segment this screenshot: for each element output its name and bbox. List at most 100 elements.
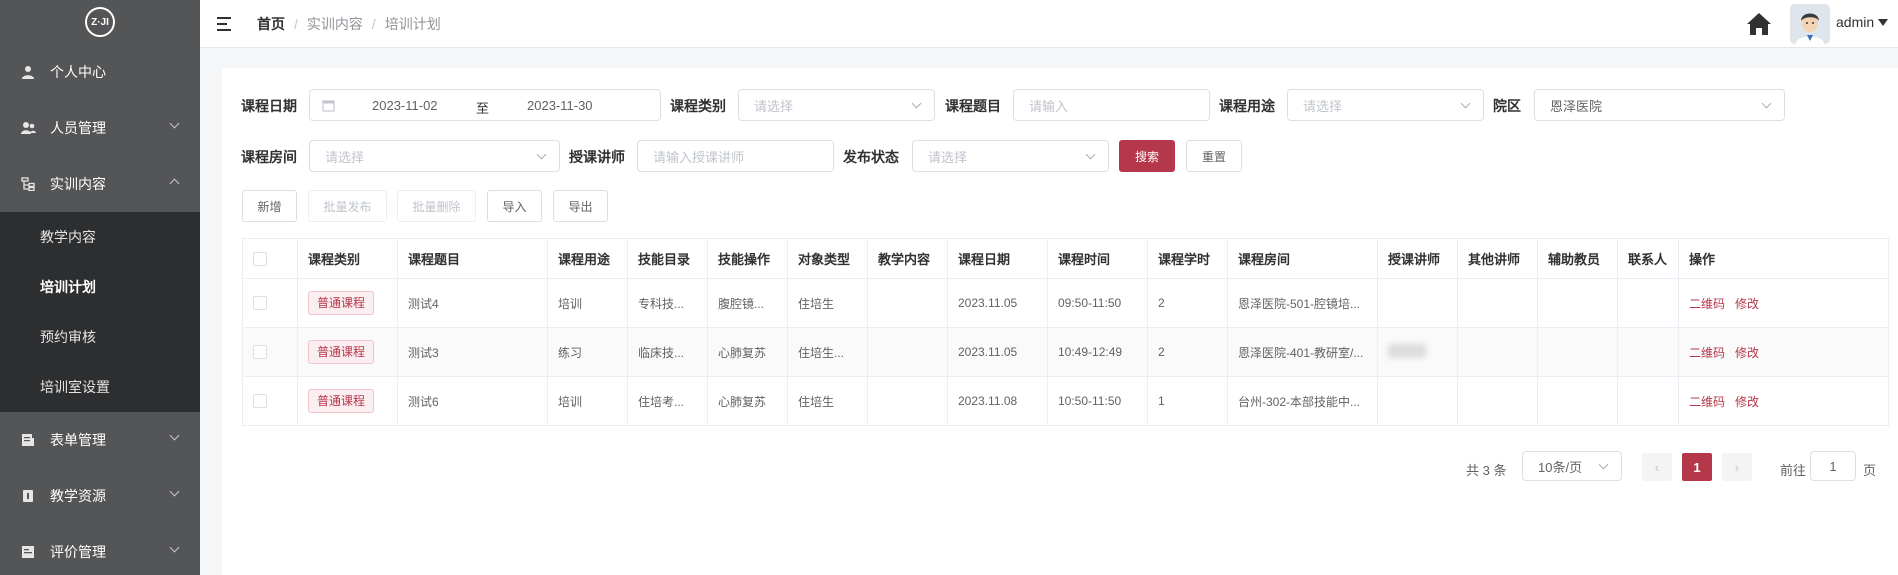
evaluation-icon [20, 544, 36, 560]
date-label: 课程日期 [241, 98, 297, 114]
chevron-right-icon: › [1734, 459, 1740, 475]
content-cell [867, 278, 948, 328]
select-all-checkbox[interactable] [253, 252, 267, 267]
date-range-picker[interactable]: 2023-11-02 至 2023-11-30 [309, 89, 661, 121]
category-select[interactable]: 请选择 [738, 89, 935, 121]
assistant-cell [1537, 376, 1618, 426]
breadcrumb-separator: / [294, 15, 298, 32]
username[interactable]: admin [1836, 14, 1874, 30]
qrcode-link[interactable]: 二维码 [1689, 395, 1725, 409]
room-select[interactable]: 请选择 [309, 140, 560, 172]
sidebar-subitem-room-settings[interactable]: 培训室设置 [0, 362, 200, 412]
sidebar-subitem-training-plan[interactable]: 培训计划 [0, 262, 200, 312]
sidebar-subitem-teaching-content[interactable]: 教学内容 [0, 212, 200, 262]
sidebar-item-evaluation[interactable]: 评价管理 [0, 524, 200, 575]
usage-cell: 培训 [547, 278, 628, 328]
campus-select[interactable]: 恩泽医院 [1534, 89, 1785, 121]
status-select[interactable]: 请选择 [912, 140, 1109, 172]
row-checkbox[interactable] [253, 345, 267, 360]
edit-link[interactable]: 修改 [1735, 297, 1759, 311]
row-select-cell [242, 327, 298, 377]
target-cell: 住培生 [787, 278, 868, 328]
usage-select[interactable]: 请选择 [1287, 89, 1484, 121]
add-button[interactable]: 新增 [242, 190, 297, 222]
sidebar-item-label: 个人中心 [50, 64, 106, 80]
status-placeholder: 请选择 [928, 149, 968, 165]
date-end[interactable]: 2023-11-30 [527, 98, 593, 113]
sidebar-item-forms[interactable]: 表单管理 [0, 412, 200, 468]
date-start[interactable]: 2023-11-02 [372, 98, 438, 113]
lecturer-input[interactable]: 请输入授课讲师 [637, 140, 834, 172]
topic-placeholder: 请输入 [1029, 98, 1069, 114]
other-lecturer-cell [1457, 278, 1538, 328]
column-header: 联系人 [1617, 238, 1679, 279]
breadcrumb-separator: / [371, 15, 376, 32]
category-label: 课程类别 [670, 98, 726, 114]
user-icon [20, 64, 36, 80]
sidebar-subitem-booking-review[interactable]: 预约审核 [0, 312, 200, 362]
row-select-cell [242, 376, 298, 426]
chevron-down-icon [1085, 149, 1096, 160]
export-button[interactable]: 导出 [553, 190, 608, 222]
lecturer-label: 授课讲师 [569, 149, 625, 165]
contact-cell [1617, 327, 1679, 377]
column-header: 技能操作 [707, 238, 788, 279]
topic-cell: 测试4 [397, 278, 548, 328]
caret-down-icon[interactable] [1878, 19, 1888, 26]
sidebar: Z·JI 个人中心 人员管理 实训内容 教学内容 培训计划 预约审核 培训室设置… [0, 0, 200, 575]
usage-label: 课程用途 [1219, 98, 1275, 114]
avatar[interactable] [1790, 4, 1830, 44]
sidebar-item-personnel[interactable]: 人员管理 [0, 100, 200, 156]
campus-label: 院区 [1493, 98, 1521, 114]
chevron-down-icon [169, 118, 180, 129]
edit-link[interactable]: 修改 [1735, 346, 1759, 360]
row-checkbox[interactable] [253, 394, 267, 409]
date-cell: 2023.11.05 [947, 278, 1048, 328]
actions-cell: 二维码 修改 [1678, 278, 1889, 328]
edit-link[interactable]: 修改 [1735, 395, 1759, 409]
room-cell: 恩泽医院-401-教研室/... [1227, 327, 1378, 377]
lecturer-cell [1377, 376, 1458, 426]
batch-delete-button[interactable]: 批量删除 [397, 190, 476, 222]
row-checkbox[interactable] [253, 296, 267, 311]
sidebar-item-label: 人员管理 [50, 120, 106, 136]
home-icon[interactable] [1746, 12, 1772, 36]
sidebar-item-label: 教学资源 [50, 488, 106, 504]
date-cell: 2023.11.08 [947, 376, 1048, 426]
goto-page-input[interactable]: 1 [1810, 451, 1856, 481]
actions-cell: 二维码 修改 [1678, 376, 1889, 426]
target-cell: 住培生 [787, 376, 868, 426]
sidebar-item-training-content[interactable]: 实训内容 [0, 156, 200, 212]
sidebar-item-personal-center[interactable]: 个人中心 [0, 44, 200, 100]
sidebar-item-teaching-resources[interactable]: 教学资源 [0, 468, 200, 524]
breadcrumb-home[interactable]: 首页 [257, 14, 285, 34]
skill-op-cell: 心肺复苏 [707, 376, 788, 426]
next-page-button[interactable]: › [1722, 453, 1752, 481]
column-header: 技能目录 [627, 238, 708, 279]
main-panel: 课程日期 2023-11-02 至 2023-11-30 课程类别 请选择 课程… [222, 68, 1898, 575]
skill-op-cell: 心肺复苏 [707, 327, 788, 377]
campus-value: 恩泽医院 [1550, 98, 1603, 114]
assistant-cell [1537, 278, 1618, 328]
page-size-value: 10条/页 [1538, 459, 1583, 475]
breadcrumb-training-plan: 培训计划 [384, 15, 441, 32]
lecturer-cell [1377, 327, 1458, 377]
import-button[interactable]: 导入 [487, 190, 542, 222]
page-number-button[interactable]: 1 [1682, 453, 1712, 481]
prev-page-button[interactable]: ‹ [1642, 453, 1672, 481]
search-button[interactable]: 搜索 [1119, 140, 1175, 172]
sidebar-item-label: 评价管理 [50, 544, 106, 560]
topic-input[interactable]: 请输入 [1013, 89, 1210, 121]
page-size-select[interactable]: 10条/页 [1522, 451, 1622, 481]
skill-dir-cell: 临床技... [627, 327, 708, 377]
chevron-down-icon [169, 486, 180, 497]
topic-label: 课程题目 [945, 98, 1001, 114]
select-all-cell [242, 238, 298, 279]
menu-toggle-icon[interactable] [217, 16, 233, 31]
reset-button[interactable]: 重置 [1186, 140, 1242, 172]
qrcode-link[interactable]: 二维码 [1689, 297, 1725, 311]
users-icon [20, 120, 36, 136]
batch-publish-button[interactable]: 批量发布 [308, 190, 387, 222]
qrcode-link[interactable]: 二维码 [1689, 346, 1725, 360]
table-header-row: 课程类别 课程题目 课程用途 技能目录 技能操作 对象类型 教学内容 课程日期 … [242, 238, 1889, 279]
